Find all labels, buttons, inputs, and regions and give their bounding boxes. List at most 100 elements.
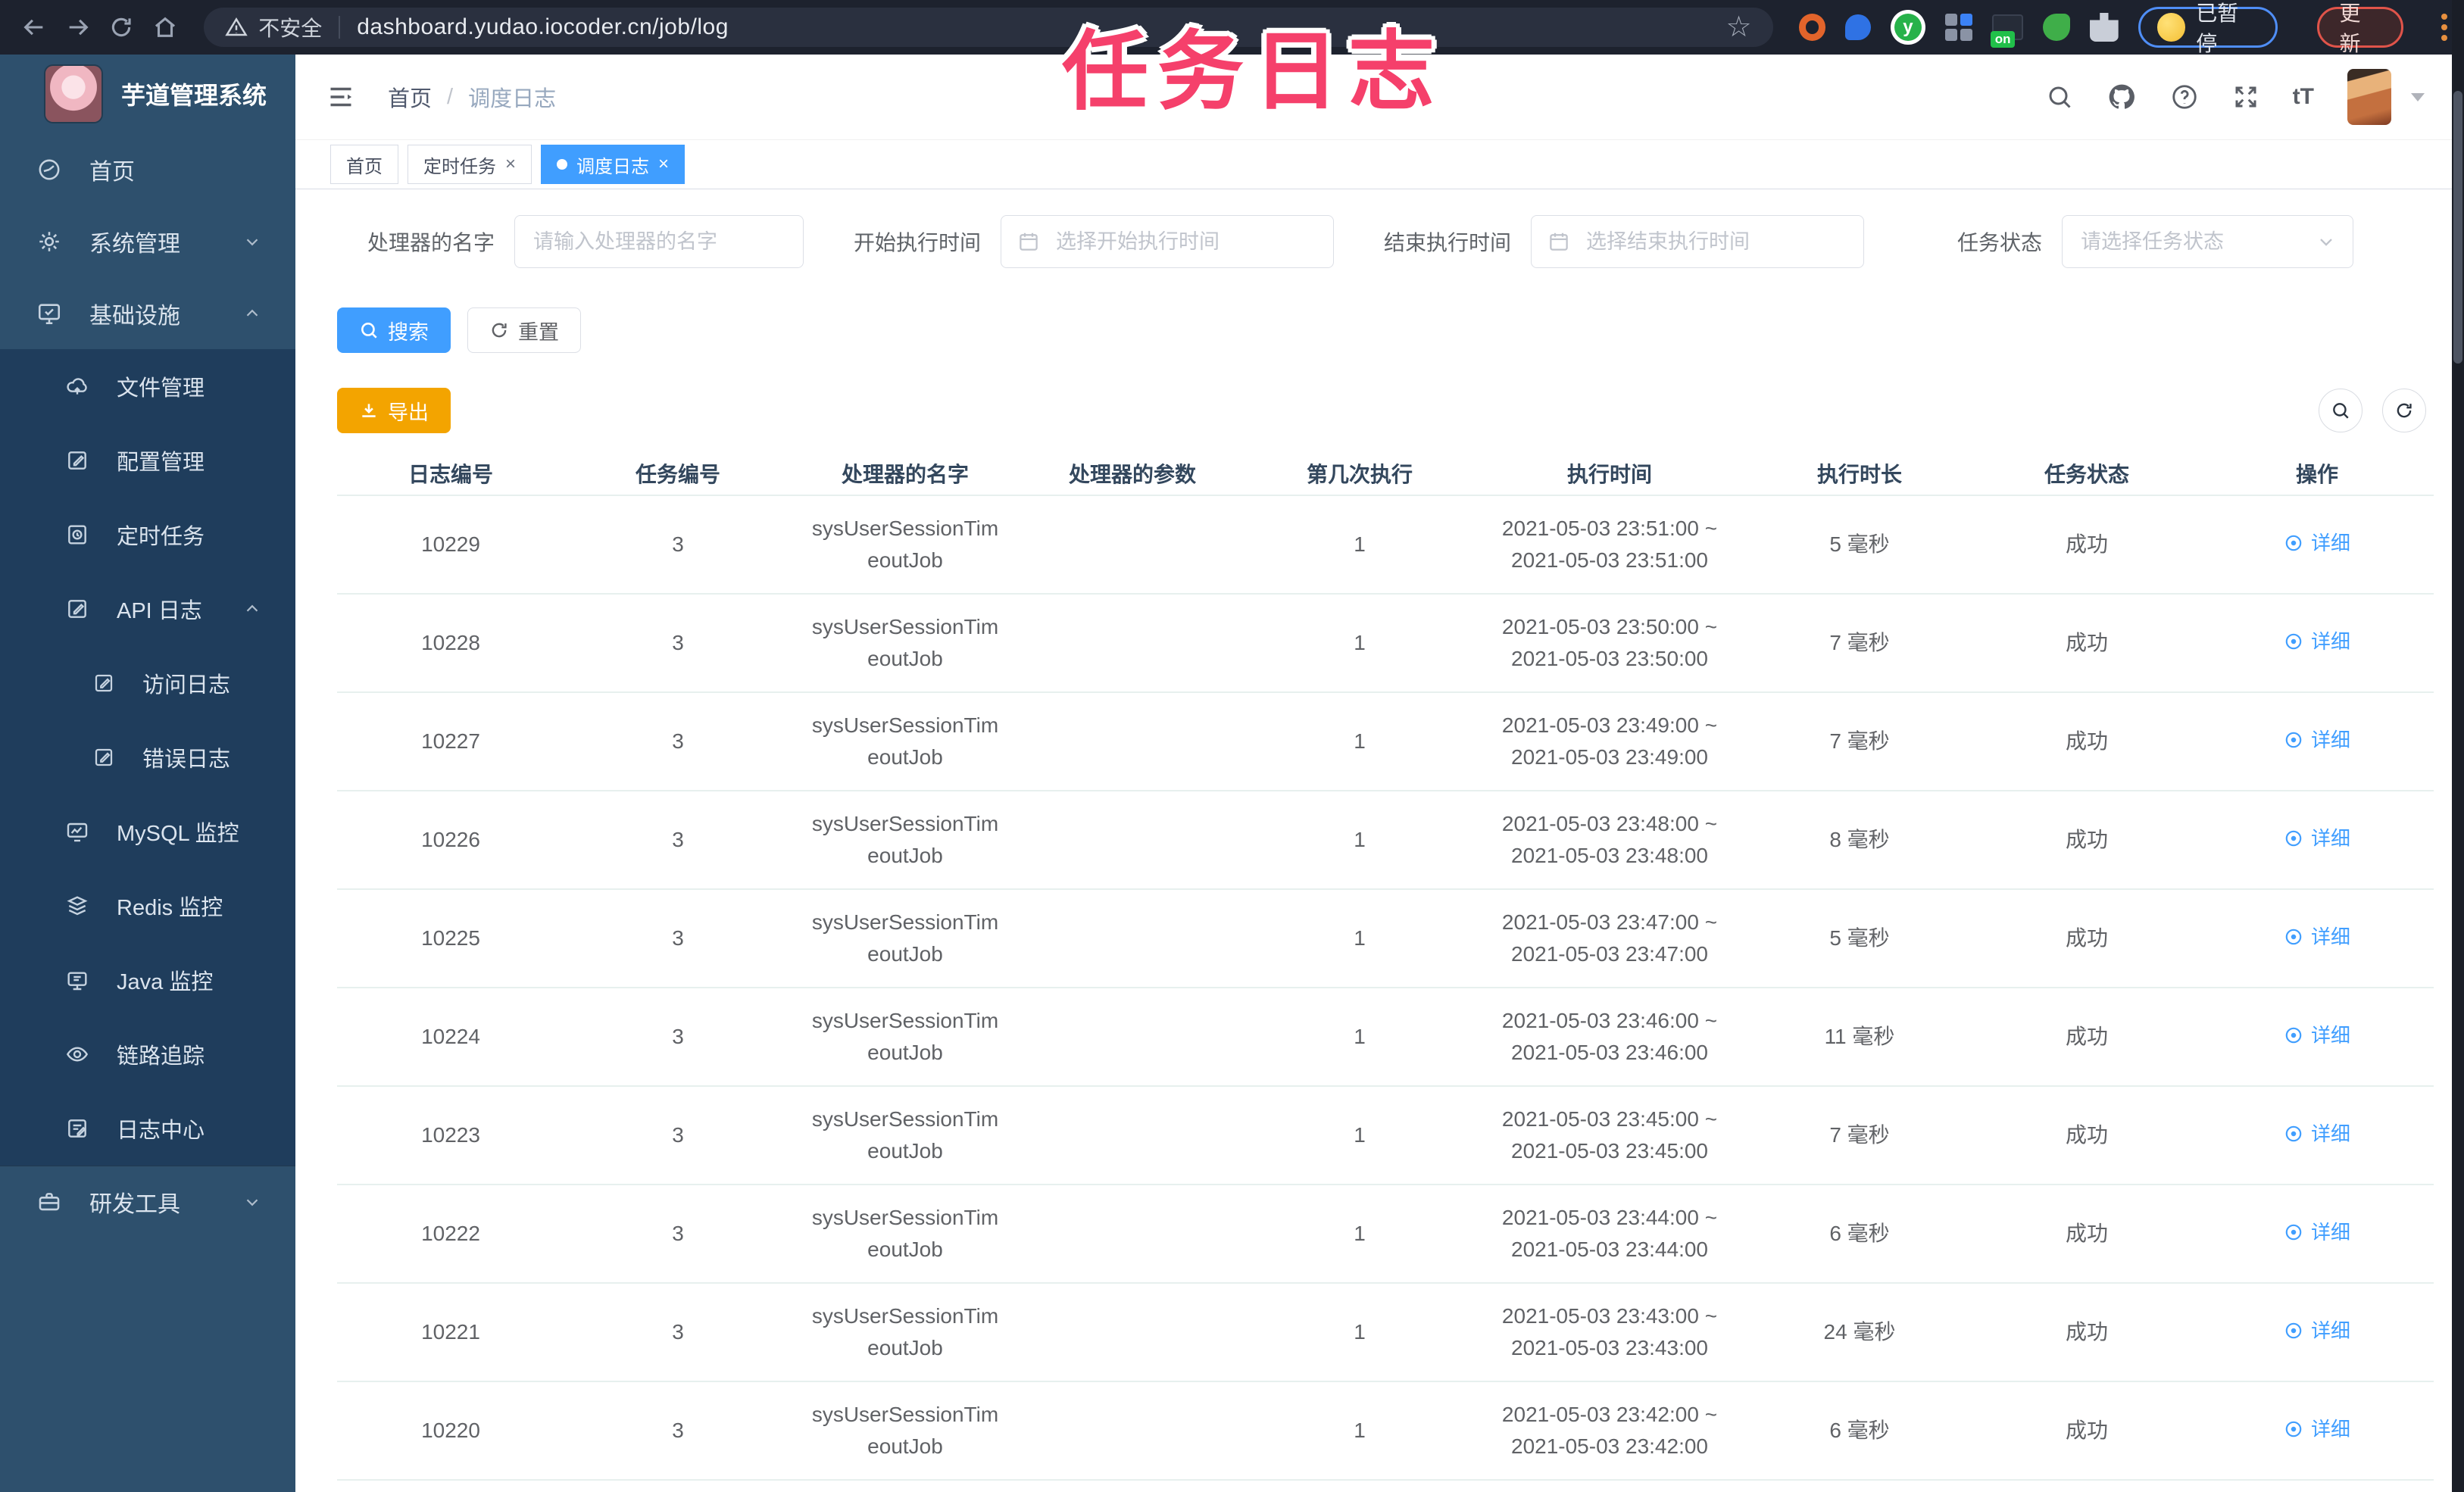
filter-form: 处理器的名字 开始执行时间 结束执行时间 (367, 215, 2434, 268)
sidebar-item-redis-monitor[interactable]: Redis 监控 (0, 869, 295, 943)
export-button[interactable]: 导出 (337, 388, 451, 433)
sidebar-item-java-monitor[interactable]: Java 监控 (0, 943, 295, 1017)
tab-scheduled-tasks[interactable]: 定时任务 (408, 145, 532, 184)
fullscreen-icon[interactable] (2232, 83, 2259, 111)
sidebar-item-config-management[interactable]: 配置管理 (0, 423, 295, 498)
page-scrollbar[interactable] (2452, 0, 2464, 1492)
cell-duration: 5 毫秒 (1746, 889, 1973, 988)
github-icon[interactable] (2106, 82, 2137, 112)
avatar[interactable] (2347, 69, 2391, 125)
extension-green-icon[interactable]: y (1891, 10, 1925, 45)
cell-task-id: 3 (564, 1185, 792, 1284)
close-icon[interactable] (505, 155, 516, 173)
sidebar-item-label: Redis 监控 (117, 896, 223, 920)
sidebar-item-infrastructure[interactable]: 基础设施 (0, 277, 295, 349)
browser-forward-button[interactable] (61, 10, 95, 45)
cell-duration: 11 毫秒 (1746, 988, 1973, 1087)
address-bar[interactable]: 不安全 dashboard.yudao.iocoder.cn/job/log ☆ (204, 8, 1773, 47)
task-status-select[interactable] (2062, 215, 2354, 268)
detail-link[interactable]: 详细 (2284, 724, 2350, 756)
app-logo[interactable]: 芋道管理系统 (0, 55, 295, 133)
search-button[interactable]: 搜索 (337, 307, 451, 353)
cell-handler-name: sysUserSessionTim eoutJob (792, 495, 1019, 595)
column-header: 处理器的名字 (792, 451, 1019, 496)
sidebar-item-api-log[interactable]: API 日志 (0, 572, 295, 646)
detail-link[interactable]: 详细 (2284, 921, 2350, 953)
reset-button[interactable]: 重置 (467, 307, 581, 353)
help-icon[interactable] (2170, 83, 2199, 111)
font-size-icon[interactable]: tT (2293, 84, 2314, 110)
sidebar-item-scheduled-tasks[interactable]: 定时任务 (0, 498, 295, 572)
column-header: 第几次执行 (1246, 451, 1473, 496)
detail-link[interactable]: 详细 (2284, 1315, 2350, 1347)
url-text[interactable]: dashboard.yudao.iocoder.cn/job/log (357, 14, 729, 40)
sidebar-item-access-log[interactable]: 访问日志 (0, 646, 295, 720)
sidebar-item-label: MySQL 监控 (117, 822, 239, 846)
detail-link[interactable]: 详细 (2284, 527, 2350, 559)
tab-job-log[interactable]: 调度日志 (541, 145, 685, 184)
sidebar-item-system[interactable]: 系统管理 (0, 205, 295, 277)
cell-handler-param (1019, 1185, 1246, 1284)
refresh-table-button[interactable] (2382, 389, 2426, 432)
browser-menu-icon[interactable] (2441, 14, 2447, 41)
cell-actions: 详细 (2200, 495, 2434, 595)
sidebar-item-file-management[interactable]: 文件管理 (0, 349, 295, 423)
sidebar-item-error-log[interactable]: 错误日志 (0, 720, 295, 794)
sidebar-item-trace[interactable]: 链路追踪 (0, 1017, 295, 1091)
paused-badge[interactable]: 已暂停 (2138, 2, 2278, 55)
cell-exec-index: 1 (1246, 1283, 1473, 1382)
cell-exec-index: 1 (1246, 988, 1473, 1087)
bookmark-star-icon[interactable]: ☆ (1726, 13, 1752, 42)
filter-end-time: 结束执行时间 (1384, 215, 1865, 268)
browser-home-button[interactable] (148, 10, 183, 45)
breadcrumb-home[interactable]: 首页 (388, 81, 432, 113)
close-icon[interactable] (658, 155, 669, 173)
handler-name-input[interactable] (514, 215, 804, 268)
extension-orange-icon[interactable] (1798, 14, 1826, 41)
edit-square-icon (65, 448, 89, 473)
browser-reload-button[interactable] (105, 10, 139, 45)
table-header-row: 日志编号 任务编号 处理器的名字 处理器的参数 第几次执行 执行时间 执行时长 … (337, 451, 2434, 496)
toggle-search-button[interactable] (2319, 389, 2363, 432)
detail-link[interactable]: 详细 (2284, 626, 2350, 657)
sidebar-item-label: 系统管理 (89, 231, 180, 257)
end-time-input[interactable] (1531, 215, 1865, 268)
sidebar-item-home[interactable]: 首页 (0, 133, 295, 205)
table-row: 10223 3 sysUserSessionTim eoutJob 1 2021-… (337, 1086, 2434, 1185)
divider (339, 16, 341, 39)
extension-grid-icon[interactable] (1944, 14, 1972, 41)
cell-exec-time: 2021-05-03 23:51:00 ~2021-05-03 23:51:00 (1473, 495, 1746, 595)
cell-exec-index: 1 (1246, 1381, 1473, 1481)
column-header: 任务状态 (1973, 451, 2200, 496)
cell-task-id: 3 (564, 594, 792, 693)
extension-leaf-icon[interactable] (2043, 14, 2071, 41)
extension-on-badge-icon[interactable]: on (1990, 14, 2024, 48)
caret-down-icon[interactable] (2411, 92, 2425, 101)
detail-link[interactable]: 详细 (2284, 1118, 2350, 1150)
sidebar-item-mysql-monitor[interactable]: MySQL 监控 (0, 794, 295, 869)
export-button-label: 导出 (388, 401, 429, 424)
cell-handler-name: sysUserSessionTim eoutJob (792, 692, 1019, 791)
cell-handler-param (1019, 1381, 1246, 1481)
sidebar-item-dev-tools[interactable]: 研发工具 (0, 1166, 295, 1238)
search-icon[interactable] (2046, 83, 2073, 111)
chevron-up-icon (242, 599, 262, 619)
monitor-check-icon (36, 301, 62, 326)
extensions-puzzle-icon[interactable] (2090, 13, 2119, 42)
update-button[interactable]: 更新 (2317, 2, 2403, 55)
hamburger-icon[interactable] (326, 83, 356, 111)
cell-exec-time: 2021-05-03 23:46:00 ~2021-05-03 23:46:00 (1473, 988, 1746, 1087)
tab-label: 调度日志 (576, 156, 650, 177)
detail-link[interactable]: 详细 (2284, 1019, 2350, 1051)
sidebar-item-log-center[interactable]: 日志中心 (0, 1091, 295, 1166)
detail-link[interactable]: 详细 (2284, 822, 2350, 854)
scrollbar-thumb[interactable] (2453, 91, 2462, 364)
tab-home[interactable]: 首页 (330, 145, 398, 184)
extension-blue-icon[interactable] (1845, 14, 1872, 40)
begin-time-input[interactable] (1001, 215, 1335, 268)
cell-exec-time: 2021-05-03 23:42:00 ~2021-05-03 23:42:00 (1473, 1381, 1746, 1481)
security-warning[interactable]: 不安全 (225, 12, 322, 42)
browser-back-button[interactable] (17, 10, 52, 45)
detail-link[interactable]: 详细 (2284, 1413, 2350, 1445)
detail-link[interactable]: 详细 (2284, 1216, 2350, 1248)
